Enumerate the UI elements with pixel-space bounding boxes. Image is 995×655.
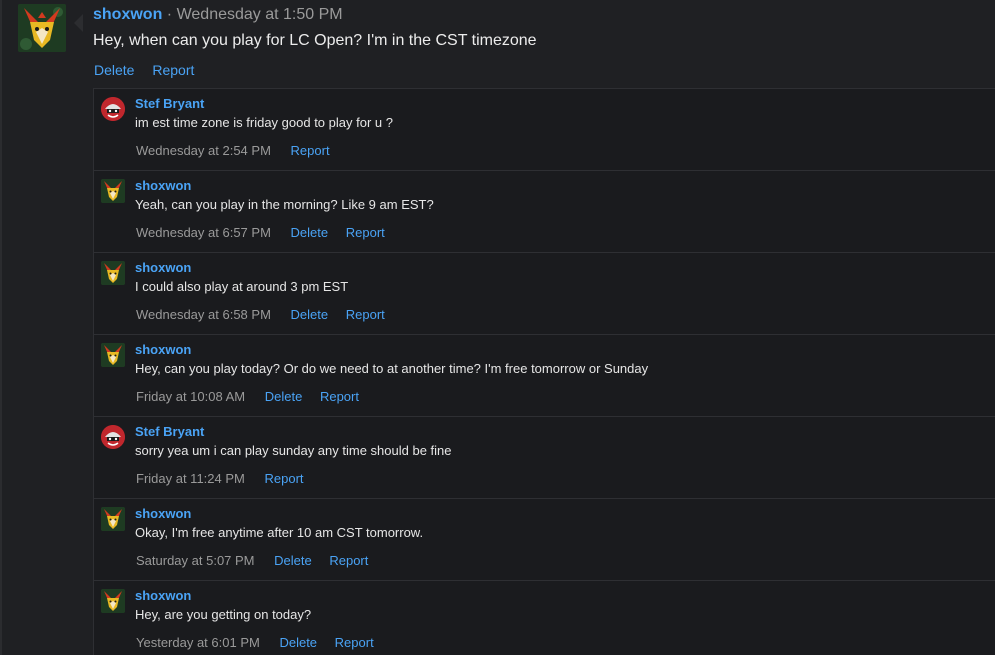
shoxwon-avatar[interactable] (18, 4, 66, 52)
post-timestamp[interactable]: Wednesday at 1:50 PM (177, 6, 343, 23)
replies-list: Stef Bryant im est time zone is friday g… (93, 88, 995, 655)
reply-report-link[interactable]: Report (265, 471, 304, 486)
post-pointer (74, 14, 83, 32)
reply-meta: Wednesday at 6:57 PM Delete Report (136, 224, 399, 241)
reply-report-link[interactable]: Report (329, 553, 368, 568)
reply-item: shoxwon Okay, I'm free anytime after 10 … (94, 499, 995, 581)
post-body: Hey, when can you play for LC Open? I'm … (93, 32, 537, 49)
reply-meta: Wednesday at 6:58 PM Delete Report (136, 306, 399, 323)
fox-mascot-icon (101, 261, 125, 285)
reply-item: shoxwon I could also play at around 3 pm… (94, 253, 995, 335)
reply-timestamp[interactable]: Friday at 10:08 AM (136, 389, 245, 404)
reply-report-link[interactable]: Report (335, 635, 374, 650)
reply-text: im est time zone is friday good to play … (135, 115, 393, 130)
shoxwon-avatar[interactable] (101, 179, 125, 203)
reply-text: sorry yea um i can play sunday any time … (135, 443, 452, 458)
reply-author[interactable]: shoxwon (135, 178, 191, 194)
fox-mascot-icon (101, 507, 125, 531)
reply-author[interactable]: shoxwon (135, 588, 191, 604)
fox-mascot-icon (101, 179, 125, 203)
shoxwon-avatar[interactable] (101, 589, 125, 613)
shoxwon-avatar[interactable] (101, 261, 125, 285)
reply-text: Yeah, can you play in the morning? Like … (135, 197, 434, 212)
reply-author[interactable]: Stef Bryant (135, 96, 204, 112)
left-rail (0, 0, 2, 655)
red-helmet-mascot-icon (101, 425, 125, 449)
stef-avatar[interactable] (101, 97, 125, 121)
reply-author[interactable]: shoxwon (135, 260, 191, 276)
conversation-page: shoxwon · Wednesday at 1:50 PM Hey, when… (0, 0, 995, 655)
reply-meta: Saturday at 5:07 PM Delete Report (136, 552, 382, 569)
reply-author[interactable]: Stef Bryant (135, 424, 204, 440)
reply-timestamp[interactable]: Saturday at 5:07 PM (136, 553, 255, 568)
reply-delete-link[interactable]: Delete (265, 389, 303, 404)
reply-meta: Friday at 11:24 PM Report (136, 470, 318, 487)
reply-item: shoxwon Hey, are you getting on today? Y… (94, 581, 995, 655)
post-delete-link[interactable]: Delete (94, 62, 134, 78)
reply-delete-link[interactable]: Delete (291, 225, 329, 240)
fox-mascot-icon (101, 343, 125, 367)
post-report-link[interactable]: Report (152, 62, 194, 78)
reply-timestamp[interactable]: Friday at 11:24 PM (136, 471, 245, 486)
reply-author[interactable]: shoxwon (135, 506, 191, 522)
fox-mascot-icon (101, 589, 125, 613)
reply-delete-link[interactable]: Delete (274, 553, 312, 568)
reply-timestamp[interactable]: Wednesday at 6:58 PM (136, 307, 271, 322)
reply-text: Hey, can you play today? Or do we need t… (135, 361, 649, 376)
post-author[interactable]: shoxwon (93, 6, 162, 23)
reply-timestamp[interactable]: Yesterday at 6:01 PM (136, 635, 260, 650)
reply-item: shoxwon Hey, can you play today? Or do w… (94, 335, 995, 417)
reply-text: Okay, I'm free anytime after 10 am CST t… (135, 525, 424, 540)
reply-timestamp[interactable]: Wednesday at 6:57 PM (136, 225, 271, 240)
reply-timestamp[interactable]: Wednesday at 2:54 PM (136, 143, 271, 158)
reply-delete-link[interactable]: Delete (279, 635, 317, 650)
red-helmet-mascot-icon (101, 97, 125, 121)
stef-avatar[interactable] (101, 425, 125, 449)
shoxwon-avatar[interactable] (101, 343, 125, 367)
shoxwon-avatar[interactable] (101, 507, 125, 531)
reply-report-link[interactable]: Report (346, 225, 385, 240)
reply-item: Stef Bryant im est time zone is friday g… (94, 89, 995, 171)
reply-report-link[interactable]: Report (346, 307, 385, 322)
reply-author[interactable]: shoxwon (135, 342, 191, 358)
reply-item: Stef Bryant sorry yea um i can play sund… (94, 417, 995, 499)
post-separator: · (166, 6, 173, 23)
reply-meta: Yesterday at 6:01 PM Delete Report (136, 634, 388, 651)
reply-report-link[interactable]: Report (291, 143, 330, 158)
post-header: shoxwon · Wednesday at 1:50 PM (93, 5, 343, 25)
reply-text: I could also play at around 3 pm EST (135, 279, 349, 294)
reply-meta: Wednesday at 2:54 PM Report (136, 142, 344, 159)
reply-text: Hey, are you getting on today? (135, 607, 312, 622)
reply-report-link[interactable]: Report (320, 389, 359, 404)
reply-delete-link[interactable]: Delete (291, 307, 329, 322)
reply-item: shoxwon Yeah, can you play in the mornin… (94, 171, 995, 253)
reply-meta: Friday at 10:08 AM Delete Report (136, 388, 373, 405)
fox-mascot-icon (18, 4, 66, 52)
post-actions: Delete Report (94, 61, 208, 79)
